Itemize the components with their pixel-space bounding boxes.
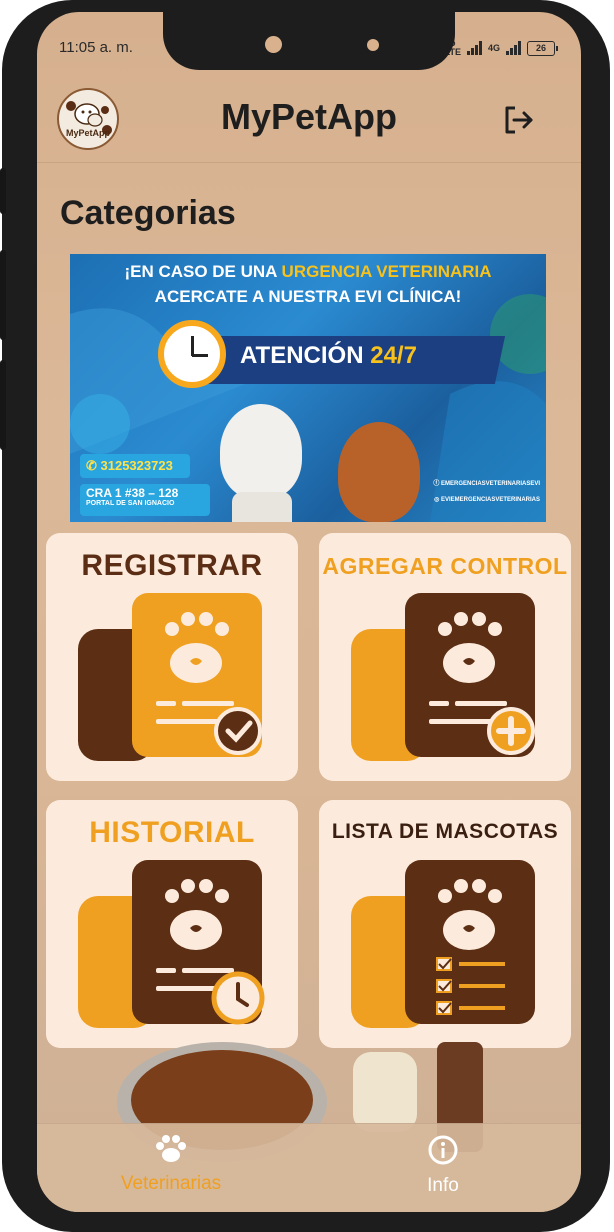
attention-label: ATENCIÓN — [240, 342, 371, 369]
nav-item-info[interactable]: Info — [353, 1134, 533, 1197]
volume-button — [0, 250, 6, 340]
battery-icon: 26 — [527, 40, 558, 56]
clock-icon — [158, 320, 226, 388]
bone-image — [353, 1052, 417, 1132]
banner-address: CRA 1 #38 – 128 PORTAL DE SAN IGNACIO — [80, 484, 210, 516]
signal-icon — [506, 41, 521, 55]
volume-button — [0, 168, 6, 214]
app-screen: 11:05 a. m. Vo LTE 4G 26 — [37, 12, 581, 1212]
category-card-lista-mascotas[interactable]: LISTA DE MASCOTAS — [319, 800, 571, 1048]
banner-address-text: CRA 1 #38 – 128 — [86, 486, 179, 500]
banner-address-sub: PORTAL DE SAN IGNACIO — [86, 500, 175, 507]
attention-hours: 24/7 — [370, 342, 417, 369]
banner-headline-text: ¡EN CASO DE UNA — [124, 262, 282, 281]
status-icons: Vo LTE 4G 26 — [445, 39, 558, 57]
info-icon — [428, 1135, 458, 1165]
category-card-registrar[interactable]: REGISTRAR — [46, 533, 298, 781]
category-title: LISTA DE MASCOTAS — [331, 820, 559, 843]
status-time: 11:05 a. m. — [59, 39, 133, 56]
register-paw-check-icon — [78, 593, 262, 761]
category-title: REGISTRAR — [81, 549, 263, 582]
sensor-icon — [367, 39, 379, 51]
facebook-text: EMERGENCIASVETERINARIASEVI — [440, 481, 540, 487]
signal-icon — [466, 41, 482, 55]
phone-frame: 11:05 a. m. Vo LTE 4G 26 — [0, 0, 610, 1232]
add-control-paw-plus-icon — [351, 593, 535, 761]
nav-label: Info — [427, 1175, 459, 1196]
nav-item-veterinarias[interactable]: Veterinarias — [81, 1134, 261, 1195]
white-dog-body — [232, 492, 292, 522]
attention-text: ATENCIÓN 24/7 — [240, 342, 417, 370]
white-dog-image — [220, 404, 302, 499]
paw-icon — [156, 1135, 186, 1162]
app-bar: MyPetApp MyPetApp — [37, 82, 581, 163]
banner-phone-number: 3125323723 — [100, 458, 173, 473]
banner-headline: ¡EN CASO DE UNA URGENCIA VETERINARIA — [70, 262, 546, 282]
camera-icon — [265, 36, 282, 53]
logout-icon — [505, 106, 533, 134]
camera-notch — [163, 12, 455, 70]
facebook-handle: ⓕ EMERGENCIASVETERINARIASEVI — [433, 481, 540, 487]
history-paw-clock-icon — [78, 860, 265, 1028]
nav-label: Veterinarias — [120, 1173, 222, 1194]
category-card-agregar-control[interactable]: AGREGAR CONTROL — [319, 533, 571, 781]
pet-list-paw-checklist-icon — [351, 860, 535, 1028]
bottom-navigation: Veterinarias Info — [37, 1123, 581, 1212]
category-title: HISTORIAL — [89, 816, 255, 849]
banner-phone: ✆ 3125323723 — [80, 454, 190, 478]
brown-dog-image — [338, 422, 420, 522]
instagram-handle: ◎ EVIEMERGENCIASVETERINARIAS — [434, 497, 540, 503]
instagram-text: EVIEMERGENCIASVETERINARIAS — [440, 497, 540, 503]
banner-subheadline: ACERCATE A NUESTRA EVI CLÍNICA! — [154, 287, 462, 306]
network-4g-label: 4G — [487, 43, 500, 53]
category-title: AGREGAR CONTROL — [322, 553, 568, 579]
banner-headline-highlight: URGENCIA VETERINARIA — [281, 262, 492, 281]
promo-banner[interactable]: ¡EN CASO DE UNA URGENCIA VETERINARIA ACE… — [70, 254, 546, 522]
battery-level: 26 — [535, 42, 546, 53]
power-button — [0, 360, 6, 450]
category-card-historial[interactable]: HISTORIAL — [46, 800, 298, 1048]
section-title: Categorias — [60, 194, 236, 232]
app-title: MyPetApp — [220, 96, 397, 137]
logout-button[interactable] — [501, 102, 541, 142]
